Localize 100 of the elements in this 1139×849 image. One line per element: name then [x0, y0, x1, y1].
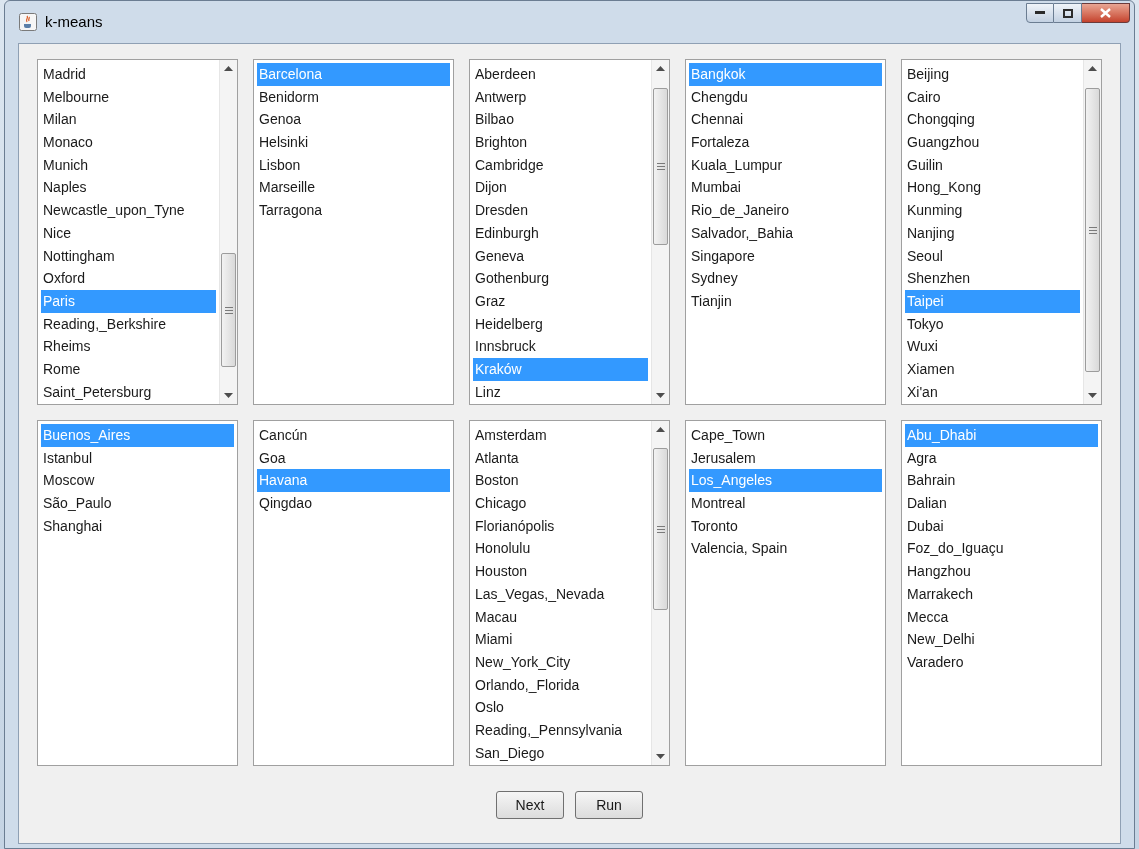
list-item[interactable]: New_York_City: [473, 650, 648, 674]
list-item[interactable]: Valencia, Spain: [689, 537, 882, 561]
minimize-button[interactable]: [1026, 3, 1054, 23]
list-item[interactable]: Agra: [905, 446, 1098, 470]
list-item[interactable]: Munich: [41, 153, 216, 177]
list-item[interactable]: Dijon: [473, 176, 648, 200]
list-item[interactable]: Gothenburg: [473, 267, 648, 290]
list-item[interactable]: Cancún: [257, 424, 450, 447]
list-item[interactable]: Genoa: [257, 108, 450, 132]
list-item[interactable]: Toronto: [689, 514, 882, 538]
list-item[interactable]: Melbourne: [41, 85, 216, 109]
list-item[interactable]: Chicago: [473, 492, 648, 515]
list-item[interactable]: Bahrain: [905, 469, 1098, 493]
list-item[interactable]: Newcastle_upon_Tyne: [41, 199, 216, 222]
scroll-down-icon[interactable]: [656, 754, 665, 759]
maximize-button[interactable]: [1054, 3, 1082, 23]
list-item[interactable]: Cairo: [905, 85, 1080, 109]
list-item[interactable]: Antwerp: [473, 85, 648, 109]
list-item[interactable]: Xiamen: [905, 357, 1080, 381]
list-item[interactable]: Chengdu: [689, 85, 882, 109]
list-item[interactable]: Tarragona: [257, 199, 450, 222]
list-item[interactable]: Marrakech: [905, 582, 1098, 606]
action-button[interactable]: Next: [496, 791, 564, 819]
list-item[interactable]: Jerusalem: [689, 446, 882, 470]
scrollbar[interactable]: [651, 421, 669, 765]
list-item[interactable]: Madrid: [41, 63, 216, 86]
list-item[interactable]: Dalian: [905, 492, 1098, 515]
list-item[interactable]: Lisbon: [257, 153, 450, 177]
list-item[interactable]: Amsterdam: [473, 424, 648, 447]
list-item[interactable]: Mumbai: [689, 176, 882, 200]
list-item[interactable]: Istanbul: [41, 446, 234, 470]
list-item[interactable]: Chennai: [689, 108, 882, 132]
list-item[interactable]: Orlando,_Florida: [473, 673, 648, 697]
list-item[interactable]: Wuxi: [905, 335, 1080, 358]
list-item[interactable]: Guangzhou: [905, 131, 1080, 154]
list-item[interactable]: Xi'an: [905, 380, 1080, 404]
list-item[interactable]: Guilin: [905, 153, 1080, 177]
list-item[interactable]: Dresden: [473, 199, 648, 222]
list-item[interactable]: Brighton: [473, 131, 648, 154]
scrollbar[interactable]: [651, 60, 669, 404]
list-item[interactable]: Florianópolis: [473, 514, 648, 538]
list-item[interactable]: Dubai: [905, 514, 1098, 538]
list-item[interactable]: Sydney: [689, 267, 882, 290]
list-item[interactable]: Oxford: [41, 267, 216, 290]
list-item[interactable]: Qingdao: [257, 492, 450, 515]
list-item[interactable]: Boston: [473, 469, 648, 493]
scrollbar-thumb[interactable]: [1085, 88, 1100, 372]
list-item[interactable]: Shenzhen: [905, 267, 1080, 290]
list-item[interactable]: Cambridge: [473, 153, 648, 177]
list-item[interactable]: São_Paulo: [41, 492, 234, 515]
scrollbar[interactable]: [219, 60, 237, 404]
list-item[interactable]: Moscow: [41, 469, 234, 493]
list-item[interactable]: Kuala_Lumpur: [689, 153, 882, 177]
list-item[interactable]: Helsinki: [257, 131, 450, 154]
list-item[interactable]: Salvador,_Bahia: [689, 221, 882, 245]
list-item[interactable]: Hangzhou: [905, 560, 1098, 583]
list-item[interactable]: Foz_do_Iguaçu: [905, 537, 1098, 561]
list-item[interactable]: Rio_de_Janeiro: [689, 199, 882, 222]
scroll-up-icon[interactable]: [656, 66, 665, 71]
list-item[interactable]: Oslo: [473, 696, 648, 719]
list-item[interactable]: Chongqing: [905, 108, 1080, 132]
list-item[interactable]: Las_Vegas,_Nevada: [473, 582, 648, 606]
list-item[interactable]: Aberdeen: [473, 63, 648, 86]
list-item[interactable]: Reading,_Berkshire: [41, 312, 216, 336]
list-item[interactable]: Innsbruck: [473, 335, 648, 358]
list-item[interactable]: Tianjin: [689, 289, 882, 313]
action-button[interactable]: Run: [575, 791, 643, 819]
close-button[interactable]: [1082, 3, 1130, 23]
list-item[interactable]: Monaco: [41, 131, 216, 154]
list-item[interactable]: Goa: [257, 446, 450, 470]
list-item[interactable]: Milan: [41, 108, 216, 132]
list-item[interactable]: Rheims: [41, 335, 216, 358]
scroll-down-icon[interactable]: [1088, 393, 1097, 398]
scroll-down-icon[interactable]: [224, 393, 233, 398]
list-item[interactable]: Miami: [473, 628, 648, 651]
list-item[interactable]: Bilbao: [473, 108, 648, 132]
list-item[interactable]: Houston: [473, 560, 648, 583]
list-item[interactable]: Rome: [41, 357, 216, 381]
list-item[interactable]: Marseille: [257, 176, 450, 200]
scrollbar-thumb[interactable]: [653, 448, 668, 610]
list-item[interactable]: Saint_Petersburg: [41, 380, 216, 404]
scroll-up-icon[interactable]: [224, 66, 233, 71]
list-item[interactable]: Singapore: [689, 244, 882, 268]
list-item[interactable]: Cape_Town: [689, 424, 882, 447]
scrollbar[interactable]: [1083, 60, 1101, 404]
list-item[interactable]: Macau: [473, 605, 648, 629]
list-item[interactable]: Graz: [473, 289, 648, 313]
list-item[interactable]: Nanjing: [905, 221, 1080, 245]
scroll-down-icon[interactable]: [656, 393, 665, 398]
scroll-up-icon[interactable]: [1088, 66, 1097, 71]
list-item[interactable]: Reading,_Pennsylvania: [473, 718, 648, 742]
list-item[interactable]: Varadero: [905, 650, 1098, 674]
list-item[interactable]: Seoul: [905, 244, 1080, 268]
list-item[interactable]: Fortaleza: [689, 131, 882, 154]
list-item[interactable]: Kunming: [905, 199, 1080, 222]
list-item[interactable]: Edinburgh: [473, 221, 648, 245]
list-item[interactable]: Geneva: [473, 244, 648, 268]
list-item[interactable]: New_Delhi: [905, 628, 1098, 651]
list-item[interactable]: Beijing: [905, 63, 1080, 86]
list-item[interactable]: Hong_Kong: [905, 176, 1080, 200]
